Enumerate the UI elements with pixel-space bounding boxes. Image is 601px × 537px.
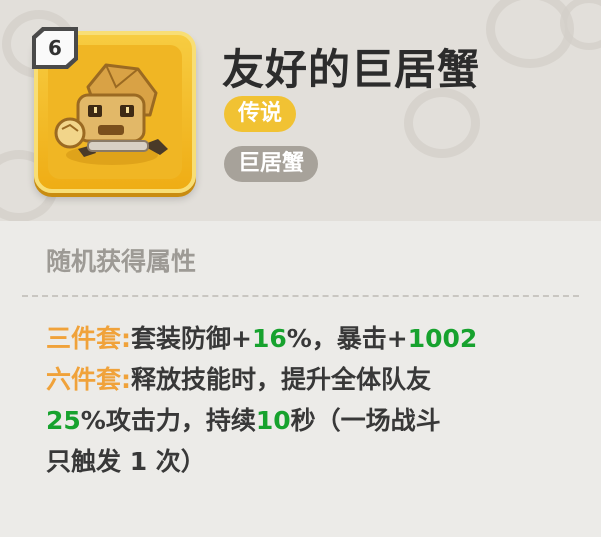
item-detail-card: 6 友好的巨居蟹 传说 巨居蟹 随机获得属性 三件套:套装防御+16%，暴击+1… <box>0 0 601 537</box>
item-header: 6 友好的巨居蟹 传说 巨居蟹 <box>0 0 601 221</box>
stat-value: 1002 <box>407 324 478 353</box>
set-bonus-description: 三件套:套装防御+16%，暴击+1002 六件套:释放技能时，提升全体队友 25%攻… <box>46 318 576 482</box>
description-text: 释放技能时，提升全体队友 <box>131 365 432 394</box>
background-pattern <box>486 0 574 68</box>
description-line: 六件套:释放技能时，提升全体队友 <box>46 359 576 400</box>
stat-value: 25 <box>46 406 81 435</box>
description-text: 秒（一场战斗 <box>290 406 441 435</box>
stat-value: 16 <box>251 324 287 353</box>
level-badge: 6 <box>32 27 78 69</box>
set-label: 三件套: <box>46 324 131 353</box>
description-line: 只触发 1 次） <box>46 441 576 482</box>
attributes-section-title: 随机获得属性 <box>46 247 197 276</box>
description-line: 25%攻击力，持续10秒（一场战斗 <box>46 400 576 441</box>
description-text: 套装防御+ <box>131 324 252 353</box>
description-text: 只触发 1 次） <box>46 447 206 476</box>
divider <box>22 295 579 297</box>
set-label: 六件套: <box>46 365 131 394</box>
category-badge: 巨居蟹 <box>224 146 319 182</box>
level-number: 6 <box>36 31 74 65</box>
description-text: %，暴击+ <box>286 324 408 353</box>
description-text: %攻击力，持续 <box>80 406 256 435</box>
item-name: 友好的巨居蟹 <box>222 45 481 94</box>
background-pattern <box>404 88 480 158</box>
rarity-badge: 传说 <box>224 96 297 132</box>
stat-value: 10 <box>255 406 291 435</box>
description-line: 三件套:套装防御+16%，暴击+1002 <box>46 318 576 359</box>
